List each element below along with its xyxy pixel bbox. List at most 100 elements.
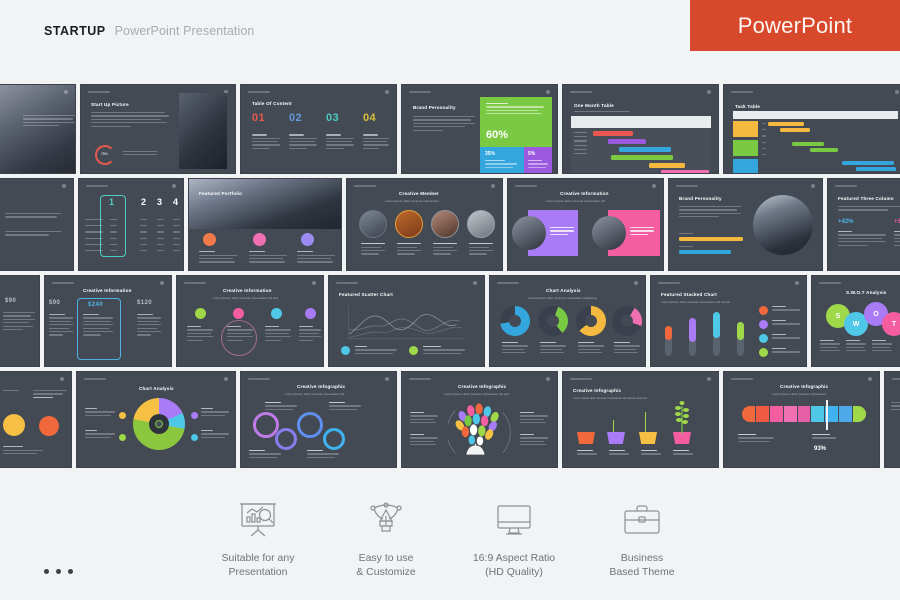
slide-thumbnail[interactable]: Creative Infographic Lorem ipsum dolor s…	[723, 371, 880, 468]
slide-thumbnail[interactable]	[0, 84, 76, 174]
pagination-dots[interactable]	[44, 569, 73, 574]
slide-title: Creative Infographic	[297, 384, 346, 389]
presentation-chart-icon	[232, 498, 284, 542]
slide-title: Start Up Picture	[91, 102, 129, 107]
brand-subtitle: PowerPoint Presentation	[114, 24, 255, 38]
slide-thumbnail[interactable]: Chart Analysis Lorem ipsum dolor sit ame…	[489, 275, 646, 367]
slide-thumbnail[interactable]: Creative Information Lorem ipsum dolor s…	[507, 178, 664, 271]
slide-subtitle: Lorem ipsum dolor sit amet consectetur e…	[573, 396, 647, 400]
slide-subtitle: Lorem ipsum dolor sit amet consectetur	[772, 392, 827, 396]
powerpoint-badge: PowerPoint	[690, 0, 900, 51]
slide-stat: 75%	[101, 152, 108, 156]
price-value: $90	[5, 298, 17, 304]
feature-item: Business Based Theme	[578, 498, 706, 579]
slide-title: Featured Portfolio	[199, 191, 243, 196]
feature-item: 16:9 Aspect Ratio (HD Quality)	[450, 498, 578, 579]
feature-label: Easy to use & Customize	[356, 552, 416, 578]
slide-thumbnail[interactable]	[0, 371, 72, 468]
brand-block: STARTUP PowerPoint Presentation	[44, 24, 255, 38]
slide-subtitle: Lorem ipsum dolor sit amet consectetur e…	[213, 296, 278, 300]
slide-thumbnail[interactable]: Featured Stacked Chart Lorem ipsum dolor…	[650, 275, 807, 367]
slide-title: Chart Analysis	[139, 386, 174, 391]
brand-name: STARTUP	[44, 24, 106, 38]
plan-number: 3	[157, 197, 163, 207]
slide-thumbnail[interactable]: One Month Table	[562, 84, 719, 174]
slide-thumbnail[interactable]: Creative Infographic Lorem ipsum dolor s…	[562, 371, 719, 468]
slide-row-1: Start Up Picture 75% Table Of Content 01…	[0, 84, 900, 174]
feature-label: 16:9 Aspect Ratio (HD Quality)	[472, 552, 556, 578]
stat-value: 5%	[528, 151, 536, 157]
slide-title: Creative Member	[399, 191, 440, 196]
swot-letter-t: T	[882, 312, 900, 336]
pen-tool-icon	[360, 498, 412, 542]
stat-value: 93%	[814, 446, 827, 452]
slide-thumbnail[interactable]	[0, 178, 74, 271]
slide-thumbnail[interactable]: Start Up Picture 75%	[80, 84, 236, 174]
slide-thumbnail[interactable]: Creative Infographic Lorem ipsum dolor s…	[401, 371, 558, 468]
slide-title: Featured Scatter Chart	[339, 292, 393, 297]
slide-title: Brand Personality	[679, 196, 722, 201]
slide-title: Brand Personality	[413, 105, 456, 110]
features-strip: Suitable for any Presentation Easy to us…	[0, 476, 900, 600]
slide-thumbnail[interactable]	[884, 371, 900, 468]
plan-number: 1	[109, 197, 115, 207]
slide-row-2: 1 2 3 4 Featured Portfolio Creative Memb…	[0, 178, 900, 271]
pagination-dot[interactable]	[56, 569, 61, 574]
slide-row-3: $90 Creative Information $90 $240 $120 C…	[0, 275, 900, 367]
slide-subtitle: Lorem ipsum dolor sit amet consectetur a…	[528, 296, 597, 300]
slide-title: One Month Table	[574, 103, 614, 108]
slide-thumbnail[interactable]: $90	[0, 275, 40, 367]
toc-number: 02	[289, 112, 303, 124]
price-value: $240	[88, 302, 103, 308]
toc-number: 04	[363, 112, 377, 124]
slide-title: Creative Information	[83, 288, 132, 293]
slide-subtitle: Lorem ipsum dolor sit amet consectetur e…	[285, 392, 344, 396]
feature-label: Suitable for any Presentation	[221, 552, 295, 578]
feature-item: Easy to use & Customize	[322, 498, 450, 579]
slide-thumbnail[interactable]: Featured Scatter Chart	[328, 275, 485, 367]
briefcase-icon	[616, 498, 668, 542]
slide-title: Creative Infographic	[458, 384, 507, 389]
slide-corner-dot	[64, 90, 68, 94]
slide-thumbnail[interactable]: 1 2 3 4	[78, 178, 184, 271]
slide-thumbnail[interactable]: Featured Portfolio	[188, 178, 342, 271]
slide-thumbnail[interactable]: Task Table	[723, 84, 900, 174]
slide-thumbnail[interactable]: Creative Member Lorem ipsum dolor sit am…	[346, 178, 503, 271]
plan-number: 4	[173, 197, 179, 207]
slide-title: Creative Infographic	[573, 388, 622, 393]
page-header: STARTUP PowerPoint Presentation PowerPoi…	[0, 0, 900, 68]
stat-value: 35%	[485, 151, 496, 157]
pagination-dot[interactable]	[44, 569, 49, 574]
slide-thumbnail[interactable]: Brand Personality	[668, 178, 823, 271]
slide-thumbnail[interactable]: Brand Personality 60% 35% 5%	[401, 84, 558, 174]
preview-page: STARTUP PowerPoint Presentation PowerPoi…	[0, 0, 900, 600]
feature-label: Business Based Theme	[609, 552, 675, 578]
slide-thumbnail[interactable]: Creative Information $90 $240 $120	[44, 275, 172, 367]
toc-number: 01	[252, 112, 266, 124]
slide-thumbnail[interactable]: Creative Information Lorem ipsum dolor s…	[176, 275, 324, 367]
slide-title: Featured Stacked Chart	[661, 292, 717, 297]
pagination-dot[interactable]	[68, 569, 73, 574]
slide-thumbnail[interactable]: S.W.O.T Analysis S W O T	[811, 275, 900, 367]
slide-thumbnail[interactable]: Chart Analysis	[76, 371, 236, 468]
price-value: $90	[49, 300, 61, 306]
plan-number: 2	[141, 197, 147, 207]
slide-title: Creative Information	[560, 191, 609, 196]
slide-subtitle: Lorem ipsum dolor sit amet consectetur e…	[444, 392, 509, 396]
slide-subtitle: Lorem ipsum dolor sit amet consectetur e…	[546, 199, 605, 203]
slide-title: Featured Three Column	[838, 196, 894, 201]
slide-subtitle: Lorem ipsum dolor sit amet consectetur e…	[661, 300, 731, 304]
slide-thumbnail[interactable]: Table Of Content 01 02 03 04	[240, 84, 397, 174]
slide-grid: Start Up Picture 75% Table Of Content 01…	[0, 84, 900, 472]
slide-title: Chart Analysis	[546, 288, 581, 293]
stat-value: +42%	[838, 219, 854, 225]
slide-thumbnail[interactable]: Creative Infographic Lorem ipsum dolor s…	[240, 371, 397, 468]
slide-title: Creative Information	[223, 288, 272, 293]
slide-title: Task Table	[735, 104, 761, 109]
toc-number: 03	[326, 112, 340, 124]
slide-thumbnail[interactable]: Featured Three Column +42% +30%	[827, 178, 900, 271]
powerpoint-badge-label: PowerPoint	[737, 12, 853, 38]
stat-value: +30%	[894, 219, 900, 225]
slide-title: S.W.O.T Analysis	[846, 290, 887, 295]
slide-subtitle: Lorem ipsum dolor sit amet consectetur	[385, 199, 440, 203]
